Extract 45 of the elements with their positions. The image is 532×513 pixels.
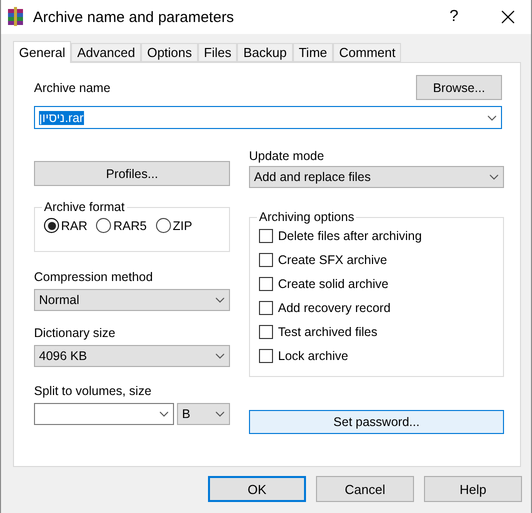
set-password-button[interactable]: Set password... xyxy=(249,410,504,434)
field-label: Archive name xyxy=(34,81,110,95)
dropdown[interactable]: Add and replace files xyxy=(249,166,504,188)
books-icon xyxy=(7,7,25,27)
dialog-button[interactable]: Cancel xyxy=(316,476,414,502)
volume-size-field[interactable] xyxy=(34,403,174,425)
radio-option[interactable]: RAR5 xyxy=(96,218,147,233)
chevron-down-icon xyxy=(215,297,225,303)
field-label: Split to volumes, size xyxy=(34,384,152,398)
tab[interactable]: Comment xyxy=(333,43,402,62)
radio-option[interactable]: ZIP xyxy=(156,218,192,233)
checkbox-option[interactable]: Test archived files xyxy=(259,322,495,342)
checkbox-option[interactable]: Add recovery record xyxy=(259,298,495,318)
dialog-button[interactable]: OK xyxy=(208,476,306,502)
archive-name-field[interactable]: ניסיון.rar xyxy=(34,106,502,129)
field-label: Compression method xyxy=(34,270,154,284)
tab[interactable]: General xyxy=(13,41,72,63)
group-label: Archive format xyxy=(43,200,126,214)
help-button[interactable]: ? xyxy=(431,0,477,34)
radio-option[interactable]: RAR xyxy=(44,218,88,233)
dropdown[interactable]: 4096 KB xyxy=(34,345,230,367)
dropdown[interactable]: B xyxy=(177,403,230,425)
dropdown[interactable]: Normal xyxy=(34,289,230,311)
browse-button[interactable]: Browse... xyxy=(416,75,502,100)
checkbox-option[interactable]: Lock archive xyxy=(259,346,495,366)
window-title: Archive name and parameters xyxy=(33,8,235,26)
chevron-down-icon xyxy=(215,411,225,417)
tab[interactable]: Backup xyxy=(237,43,293,62)
tab[interactable]: Time xyxy=(292,43,334,62)
field-label: Dictionary size xyxy=(34,326,116,340)
checkbox-option[interactable]: Create solid archive xyxy=(259,274,495,294)
tab[interactable]: Options xyxy=(141,43,198,62)
chevron-down-icon xyxy=(215,353,225,359)
chevron-down-icon xyxy=(489,174,499,180)
checkbox-option[interactable]: Create SFX archive xyxy=(259,250,495,270)
group-label: Archiving options xyxy=(258,210,356,224)
profiles-button[interactable]: Profiles... xyxy=(34,161,230,186)
chevron-down-icon xyxy=(487,114,497,120)
tab[interactable]: Files xyxy=(198,43,238,62)
chevron-down-icon xyxy=(159,411,169,417)
checkbox-option[interactable]: Delete files after archiving xyxy=(259,226,495,246)
close-icon xyxy=(501,10,515,24)
tab[interactable]: Advanced xyxy=(71,43,142,62)
dialog-button[interactable]: Help xyxy=(424,476,522,502)
field-label: Update mode xyxy=(249,149,326,163)
